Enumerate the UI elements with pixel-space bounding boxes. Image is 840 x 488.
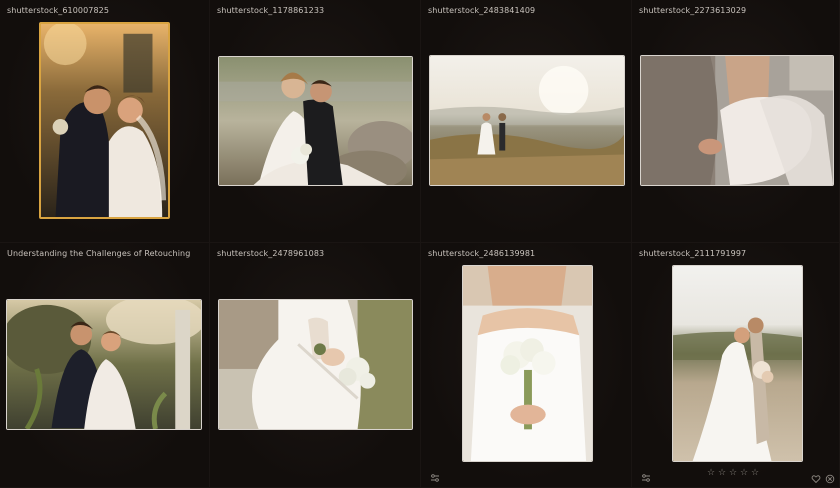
reject-icon[interactable] — [825, 469, 835, 484]
photo-cell[interactable]: shutterstock_2483841409 — [421, 0, 632, 243]
sliders-icon[interactable] — [430, 468, 440, 482]
star-icon[interactable]: ☆ — [740, 469, 749, 478]
photo-thumbnail[interactable] — [640, 55, 834, 186]
heart-icon[interactable] — [811, 469, 821, 484]
star-icon[interactable]: ☆ — [718, 469, 727, 478]
photo-thumbnail[interactable] — [39, 22, 170, 219]
photo-filename: shutterstock_2483841409 — [428, 6, 536, 15]
photo-cell[interactable]: shutterstock_2273613029 — [632, 0, 840, 243]
photo-cell[interactable]: shutterstock_1178861233 — [210, 0, 421, 243]
star-icon[interactable]: ☆ — [707, 469, 716, 478]
photo-cell[interactable]: shutterstock_2111791997 ☆ ☆ ☆ ☆ ☆ — [632, 243, 840, 488]
photo-grid: shutterstock_610007825 shutterstock_1178… — [0, 0, 840, 488]
star-rating[interactable]: ☆ ☆ ☆ ☆ ☆ — [707, 469, 760, 478]
photo-cell[interactable]: shutterstock_2486139981 — [421, 243, 632, 488]
photo-filename: shutterstock_2478961083 — [217, 249, 325, 258]
photo-thumbnail[interactable] — [218, 56, 413, 186]
photo-thumbnail[interactable] — [429, 55, 625, 186]
photo-filename: shutterstock_2486139981 — [428, 249, 536, 258]
photo-cell[interactable]: shutterstock_2478961083 — [210, 243, 421, 488]
photo-filename: Understanding the Challenges of Retouchi… — [7, 249, 191, 258]
sliders-icon[interactable] — [641, 468, 651, 482]
photo-thumbnail[interactable] — [462, 265, 593, 462]
photo-filename: shutterstock_610007825 — [7, 6, 110, 15]
photo-cell[interactable]: shutterstock_610007825 — [0, 0, 210, 243]
star-icon[interactable]: ☆ — [729, 469, 738, 478]
photo-cell[interactable]: Understanding the Challenges of Retouchi… — [0, 243, 210, 488]
photo-thumbnail[interactable] — [6, 299, 202, 430]
photo-thumbnail[interactable] — [672, 265, 803, 462]
star-icon[interactable]: ☆ — [751, 469, 760, 478]
photo-filename: shutterstock_1178861233 — [217, 6, 325, 15]
photo-filename: shutterstock_2273613029 — [639, 6, 747, 15]
photo-thumbnail[interactable] — [218, 299, 413, 430]
photo-filename: shutterstock_2111791997 — [639, 249, 747, 258]
